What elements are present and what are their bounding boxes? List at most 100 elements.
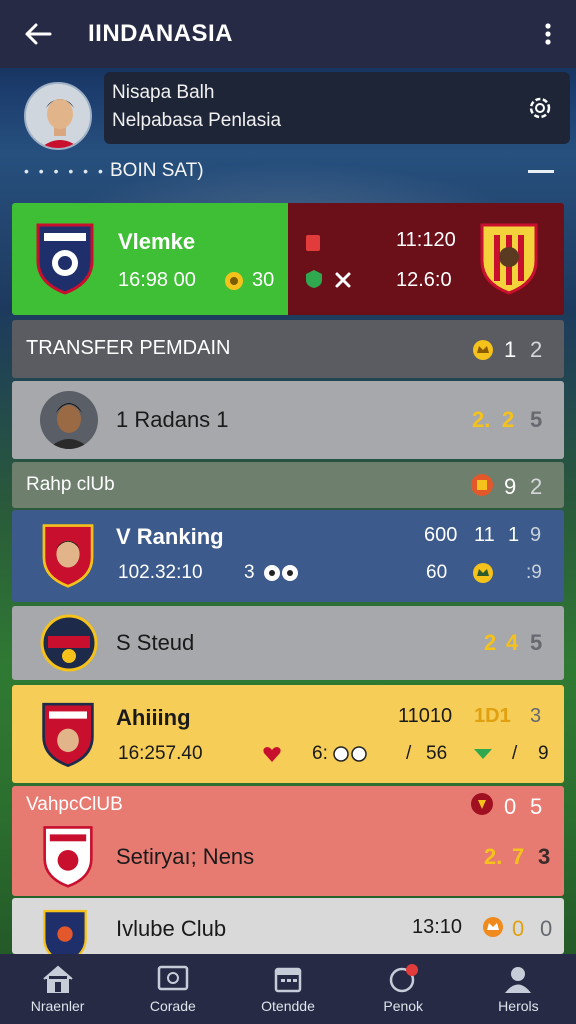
- crown-icon: [473, 340, 493, 360]
- ahiiing-val-a: 11010: [398, 705, 453, 727]
- football-icons: [264, 565, 298, 581]
- transfer-count-1: 1: [504, 337, 517, 362]
- football-icons: [333, 746, 367, 762]
- transfer-player-avatar: [40, 391, 98, 449]
- match-away-panel: 11:120 12.6:0: [288, 203, 564, 315]
- away-crest-icon: [480, 223, 538, 295]
- transfer-player-row[interactable]: 1 Radans 1 2. 2 5: [12, 381, 564, 459]
- ahiiing-mid: 6:: [312, 743, 328, 764]
- ahiiing-56: 56: [426, 743, 448, 764]
- mube-name: Ivlube Club: [116, 916, 227, 941]
- steud-val-3: 5: [530, 630, 543, 655]
- ranking-d: :9: [526, 562, 542, 583]
- nav-label-calendar: Otendde: [261, 998, 315, 1014]
- nav-item-media[interactable]: Corade: [115, 954, 230, 1024]
- rank-club-count-2: 2: [530, 474, 543, 499]
- ahiiing-val-b: 1D1: [474, 705, 511, 727]
- setiryai-val-1: 2.: [484, 844, 503, 869]
- collapse-button[interactable]: [528, 169, 554, 173]
- ahiiing-time: 16:257.40: [118, 743, 203, 764]
- player-portrait-icon: [26, 84, 90, 148]
- crown-icon: [473, 563, 493, 583]
- club-badge-icon: [471, 793, 493, 815]
- ahiiing-row[interactable]: Ahiiing 16:257.40 6: / 56 11010 1D1 3 / …: [12, 685, 564, 783]
- match-card[interactable]: Vlemke 16:98 00 30 11:120 12.6:0: [12, 203, 564, 315]
- trophy-icon: [225, 272, 243, 290]
- vahpc-count-2: 5: [530, 794, 543, 819]
- transfer-title: TRANSFER PEMDAIN: [26, 337, 231, 359]
- home-match-time: 16:98 00: [118, 269, 196, 291]
- club-badge-icon: [471, 474, 493, 496]
- transfer-player-label: 1 Radans 1: [116, 407, 229, 432]
- profile-icon: [505, 967, 532, 993]
- mube-count-1: 0: [512, 916, 525, 941]
- home-icon: [42, 965, 73, 993]
- nav-item-profile[interactable]: Herols: [461, 954, 576, 1024]
- ahiiing-slash-2: /: [512, 743, 518, 764]
- steud-club-badge-icon: [40, 614, 98, 672]
- rank-club-header: Rahp clUb 9 2: [12, 462, 564, 508]
- setiryai-crest-icon: [43, 826, 93, 888]
- mube-club-row[interactable]: Ivlube Club 13:10 0 0: [12, 898, 564, 954]
- steud-name: S Steud: [116, 630, 195, 655]
- calendar-icon: [274, 967, 302, 993]
- nav-item-chat[interactable]: Penok: [346, 954, 461, 1024]
- player-portrait-icon: [48, 403, 90, 449]
- back-arrow-icon: [25, 23, 52, 45]
- status-dots: • • • • • •: [24, 163, 106, 179]
- mube-count-2: 0: [540, 916, 553, 941]
- steud-val-2: 4: [506, 630, 519, 655]
- transfer-player-val-1: 2.: [472, 407, 491, 432]
- ranking-c: 9: [530, 524, 542, 546]
- setiryai-name[interactable]: Setiryaı; Nens: [116, 844, 254, 870]
- bottom-navigation: Nraenler Corade Otendde Penok Herols: [0, 954, 576, 1024]
- nav-label-profile: Herols: [498, 998, 539, 1014]
- transfer-player-val-2: 2: [502, 407, 515, 432]
- steud-row[interactable]: S Steud 2 4 5: [12, 606, 564, 680]
- media-icon: [157, 965, 189, 991]
- shield-green-icon: [306, 270, 322, 288]
- transfer-player-val-3: 5: [530, 407, 543, 432]
- heart-icon: [263, 747, 281, 762]
- ranking-val-1: 600: [424, 524, 458, 546]
- settings-button[interactable]: [526, 94, 554, 127]
- match-home-panel: Vlemke 16:98 00 30: [12, 203, 288, 315]
- more-options-button[interactable]: [520, 0, 576, 68]
- home-crest-icon: [36, 223, 94, 295]
- transfer-count-2: 2: [530, 337, 543, 362]
- away-match-time: 11:120: [396, 229, 456, 251]
- mube-crest-icon: [43, 909, 87, 954]
- close-icon: [335, 272, 351, 288]
- rank-club-count-1: 9: [504, 474, 517, 499]
- red-card-icon: [306, 235, 320, 251]
- ranking-row[interactable]: V Ranking 102.32:10 3 600 11 1 9 60 :9: [12, 510, 564, 602]
- nav-label-media: Corade: [149, 998, 196, 1014]
- app-header: IINDANASIA: [0, 0, 576, 68]
- ahiiing-name: Ahiiing: [116, 705, 191, 730]
- vahpc-count-1: 0: [504, 794, 517, 819]
- ranking-val-2: 60: [426, 562, 448, 583]
- steud-val-1: 2: [484, 630, 497, 655]
- ahiiing-crest-icon: [42, 702, 94, 768]
- nav-item-calendar[interactable]: Otendde: [230, 954, 345, 1024]
- mube-time: 13:10: [412, 916, 463, 938]
- ahiiing-val-c: 3: [530, 705, 542, 727]
- ahiiing-9: 9: [538, 743, 549, 764]
- home-stat: 30: [252, 269, 275, 291]
- nav-item-home[interactable]: Nraenler: [0, 954, 115, 1024]
- vahpc-club-section: VahpcClUB 0 5 Setiryaı; Nens 2. 7 3: [12, 786, 564, 896]
- crown-icon: [483, 917, 503, 937]
- back-button[interactable]: [0, 0, 76, 68]
- profile-info-card: Nisapa Balh Nelpabasa Penlasia: [104, 72, 570, 144]
- ahiiing-slash-1: /: [406, 743, 412, 764]
- profile-subtitle: Nelpabasa Penlasia: [112, 110, 282, 131]
- status-row: • • • • • • BOIN SAT): [24, 156, 554, 186]
- player-avatar[interactable]: [24, 82, 92, 150]
- ranking-a: 11: [474, 524, 495, 546]
- status-label: BOIN SAT): [110, 160, 204, 181]
- setiryai-val-2: 7: [512, 844, 525, 869]
- page-title: IINDANASIA: [88, 20, 234, 47]
- arrow-down-icon: [474, 749, 492, 759]
- setiryai-val-3: 3: [538, 844, 551, 869]
- more-vertical-icon: [545, 23, 551, 45]
